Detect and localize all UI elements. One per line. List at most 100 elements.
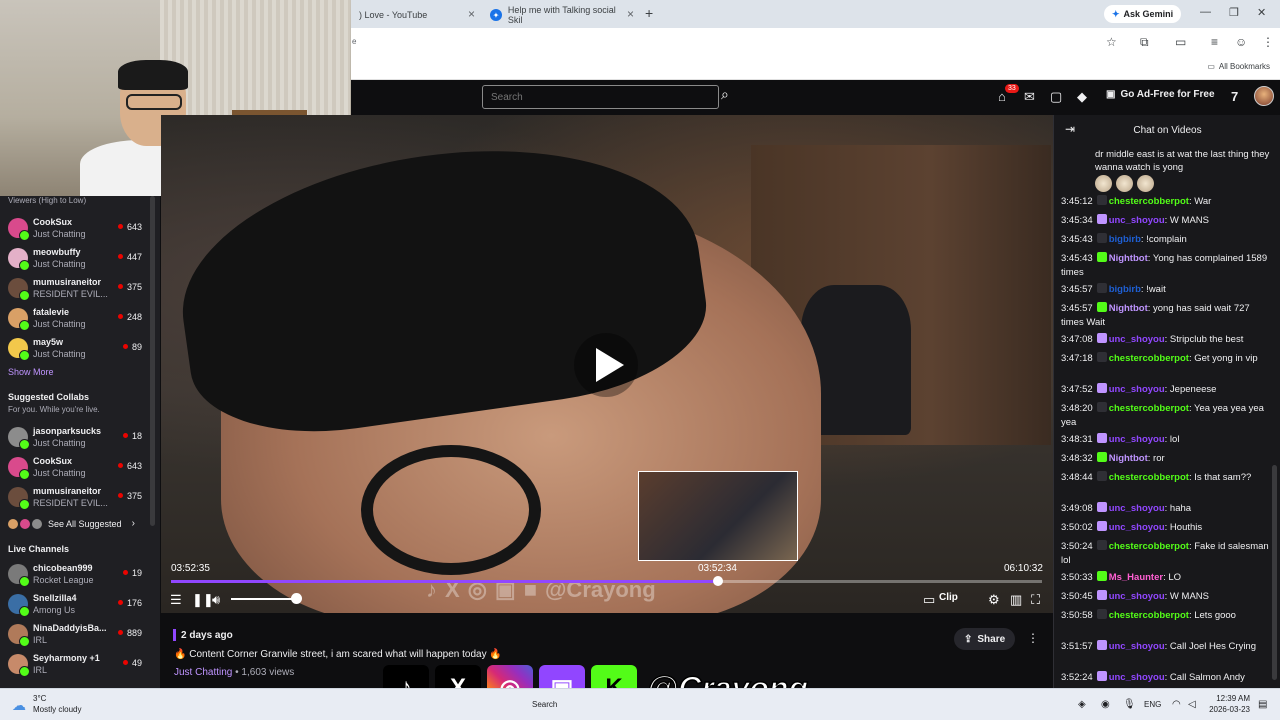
security-icon[interactable]: ◉ xyxy=(1101,699,1110,710)
show-more-link[interactable]: Show More xyxy=(8,367,54,377)
notifications-icon[interactable]: ▤ xyxy=(1258,699,1267,710)
channel-category: Just Chatting xyxy=(33,349,86,359)
profile-icon[interactable]: ☺ xyxy=(1235,35,1247,49)
taskbar-search[interactable]: Search xyxy=(532,700,557,709)
microphone-icon[interactable]: 🎙︎ xyxy=(1123,699,1136,710)
wifi-icon[interactable]: ◠ xyxy=(1172,699,1181,710)
sidebar-channel[interactable]: fatalevie Just Chatting 248 xyxy=(0,304,150,334)
all-bookmarks-button[interactable]: ▭ All Bookmarks xyxy=(1207,62,1270,71)
volume-icon[interactable]: 🔊︎ xyxy=(212,592,220,608)
sidebar-channel[interactable]: meowbuffy Just Chatting 447 xyxy=(0,244,150,274)
ask-gemini-button[interactable]: ✦ Ask Gemini xyxy=(1104,5,1182,23)
mail-icon[interactable]: ✉ xyxy=(1024,89,1035,105)
chat-username[interactable]: chestercobberpot xyxy=(1109,541,1189,552)
viewer-count: 176 xyxy=(118,598,142,608)
cast-icon[interactable]: ▭ xyxy=(1175,35,1186,49)
chat-username[interactable]: unc_shoyou xyxy=(1109,215,1165,226)
seek-handle[interactable] xyxy=(713,576,723,586)
chat-username[interactable]: unc_shoyou xyxy=(1109,641,1165,652)
chat-message: 3:47:18 chestercobberpot: Get yong in vip xyxy=(1061,352,1271,366)
chat-username[interactable]: chestercobberpot xyxy=(1109,196,1189,207)
network-app-icon[interactable]: ◈ xyxy=(1078,699,1086,710)
chat-username[interactable]: Nightbot xyxy=(1109,303,1148,314)
chat-username[interactable]: unc_shoyou xyxy=(1109,591,1165,602)
chat-username[interactable]: chestercobberpot xyxy=(1109,472,1189,483)
chat-username[interactable]: Ms_Haunter xyxy=(1109,572,1163,583)
chat-username[interactable]: Nightbot xyxy=(1109,253,1148,264)
clock-date[interactable]: 2026-03-23 xyxy=(1202,705,1250,714)
video-player[interactable]: 03:52:34 03:52:35 06:10:32 ♪ X ◎ ▣ ■ @Cr… xyxy=(161,115,1053,613)
chat-username[interactable]: unc_shoyou xyxy=(1109,334,1165,345)
user-badge-icon xyxy=(1096,252,1107,262)
sidebar-channel[interactable]: Seyharmony +1 IRL 49 xyxy=(0,650,150,680)
chat-username[interactable]: unc_shoyou xyxy=(1109,522,1165,533)
sidebar-channel[interactable]: CookSux Just Chatting 643 xyxy=(0,453,150,483)
chapters-list-icon[interactable]: ☰ xyxy=(170,592,182,608)
chat-username[interactable]: unc_shoyou xyxy=(1109,503,1165,514)
turbo-icon[interactable]: 7 xyxy=(1231,89,1238,104)
inbox-icon[interactable]: ⌂ xyxy=(998,89,1006,104)
category-link[interactable]: Just Chatting xyxy=(174,667,232,678)
menu-icon[interactable]: ⋮ xyxy=(1262,35,1274,49)
chat-username[interactable]: bigbirb xyxy=(1109,234,1141,245)
sidebar-scrollbar[interactable] xyxy=(150,196,155,526)
seek-bar[interactable] xyxy=(171,576,1042,586)
diamond-icon[interactable]: ◆ xyxy=(1077,89,1087,105)
search-input[interactable] xyxy=(482,85,719,109)
channel-category: Just Chatting xyxy=(33,259,86,269)
chat-username[interactable]: chestercobberpot xyxy=(1109,610,1189,621)
url-field[interactable]: e xyxy=(352,37,356,46)
chat-username[interactable]: unc_shoyou xyxy=(1109,434,1165,445)
sidebar-channel[interactable]: mumusiraneitor RESIDENT EVIL... 375 xyxy=(0,274,150,304)
bookmark-star-icon[interactable]: ☆ xyxy=(1106,35,1117,49)
close-icon[interactable]: × xyxy=(468,7,475,21)
sidebar-channel[interactable]: CookSux Just Chatting 643 xyxy=(0,214,150,244)
chat-username[interactable]: chestercobberpot xyxy=(1109,353,1189,364)
chat-username[interactable]: unc_shoyou xyxy=(1109,384,1165,395)
user-avatar[interactable] xyxy=(1254,86,1274,106)
search-icon[interactable]: ⌕ xyxy=(721,86,743,108)
viewer-count: 49 xyxy=(123,658,142,668)
input-language[interactable]: ENG xyxy=(1144,700,1161,709)
share-button[interactable]: ⇪ Share xyxy=(954,628,1016,650)
sidebar-channel[interactable]: mumusiraneitor RESIDENT EVIL... 375 xyxy=(0,483,150,513)
chat-bubble-icon[interactable]: ▢ xyxy=(1050,89,1062,105)
chat-username[interactable]: unc_shoyou xyxy=(1109,672,1165,683)
fullscreen-icon[interactable]: ⛶ xyxy=(1031,592,1040,608)
sidebar-channel[interactable]: NinaDaddyisBa... IRL 889 xyxy=(0,620,150,650)
sidebar-channel[interactable]: jasonparksucks Just Chatting 18 xyxy=(0,423,150,453)
volume-slider[interactable] xyxy=(231,598,297,600)
see-all-suggested-button[interactable]: See All Suggested › xyxy=(8,518,135,529)
sidebar-channel[interactable]: Snellzilla4 Among Us 176 xyxy=(0,590,150,620)
clock-time[interactable]: 12:39 AM xyxy=(1208,694,1250,703)
sidebar-channel[interactable]: chicobean999 Rocket League 19 xyxy=(0,560,150,590)
chat-username[interactable]: chestercobberpot xyxy=(1109,403,1189,414)
suggested-collabs-title: Suggested Collabs xyxy=(8,392,90,402)
chat-username[interactable]: bigbirb xyxy=(1109,284,1141,295)
pause-icon[interactable]: ❚❚ xyxy=(192,592,214,608)
close-icon[interactable]: × xyxy=(627,7,634,21)
go-ad-free-button[interactable]: ▣ Go Ad-Free for Free xyxy=(1106,89,1215,100)
extensions-icon[interactable]: ⧉ xyxy=(1140,35,1149,50)
chat-scrollbar[interactable] xyxy=(1272,465,1277,680)
restore-icon[interactable]: ❐ xyxy=(1229,6,1239,19)
volume-handle[interactable] xyxy=(291,593,302,604)
clip-button[interactable]: Clip xyxy=(939,592,958,603)
play-button[interactable] xyxy=(574,333,638,397)
tab-youtube[interactable]: ) Love - YouTube × xyxy=(351,3,481,27)
sidebar-channel[interactable]: may5w Just Chatting 89 xyxy=(0,334,150,364)
chat-message: 3:50:58 chestercobberpot: Lets gooo xyxy=(1061,609,1271,623)
tab-search-icon[interactable]: ≡ xyxy=(1211,35,1218,49)
tab-gemini-help[interactable]: ✦ Help me with Talking social Skil × xyxy=(482,3,640,27)
minimize-icon[interactable]: — xyxy=(1200,6,1211,18)
close-window-icon[interactable]: ✕ xyxy=(1257,6,1266,19)
new-tab-button[interactable]: + xyxy=(645,5,653,21)
settings-icon[interactable]: ⚙ xyxy=(988,592,1000,608)
chat-username[interactable]: Nightbot xyxy=(1109,453,1148,464)
weather-cloud-icon[interactable]: ☁ xyxy=(12,697,26,714)
accent-bar xyxy=(173,629,176,641)
chat-message-text: : W MANS xyxy=(1164,591,1209,602)
speaker-icon[interactable]: ◁ xyxy=(1188,699,1196,710)
theatre-mode-icon[interactable]: ▥ xyxy=(1010,592,1022,608)
more-options-icon[interactable]: ⋮ xyxy=(1027,631,1039,645)
